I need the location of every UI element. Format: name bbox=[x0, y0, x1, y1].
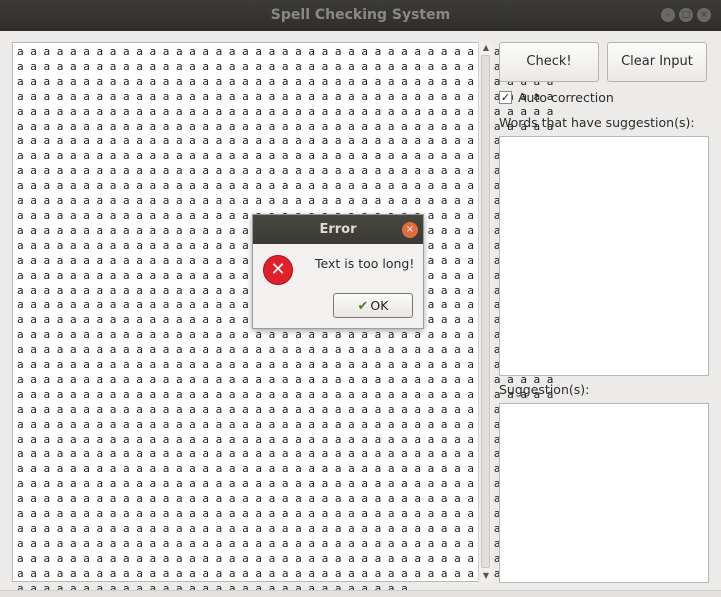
text-line: a a a a a a a a a a a a a a a a a a a a … bbox=[17, 432, 554, 446]
text-line: a a a a a a a a a a a a a a a a a a a a … bbox=[17, 134, 554, 148]
suggestions-label: Suggestion(s): bbox=[499, 382, 590, 397]
text-line: a a a a a a a a a a a a a a a a a a a a … bbox=[17, 179, 554, 193]
text-line: a a a a a a a a a a a a a a a a a a a a … bbox=[17, 417, 554, 431]
text-line: a a a a a a a a a a a a a a a a a a a a … bbox=[17, 522, 554, 535]
minimize-icon[interactable]: – bbox=[661, 8, 675, 22]
error-dialog: Error × ✕ Text is too long! ✔ OK bbox=[252, 214, 424, 329]
ok-check-icon: ✔ bbox=[357, 299, 369, 314]
dialog-title: Error bbox=[253, 215, 423, 244]
text-line: a a a a a a a a a a a a a a a a a a a a … bbox=[17, 104, 554, 118]
text-line: a a a a a a a a a a a a a a a a a a a a … bbox=[17, 194, 554, 208]
text-line: a a a a a a a a a a a a a a a a a a a a … bbox=[17, 119, 554, 133]
auto-correction-label: Auto correction bbox=[518, 90, 614, 105]
vertical-scrollbar[interactable]: ▲ ▼ bbox=[478, 42, 492, 582]
text-line: a a a a a a a a a a a a a a a a a a a a … bbox=[17, 447, 554, 461]
dialog-close-icon[interactable]: × bbox=[402, 222, 418, 238]
scroll-down-icon[interactable]: ▼ bbox=[481, 571, 491, 581]
text-line: a a a a a a a a a a a a a a a a a a a a … bbox=[17, 402, 554, 416]
scroll-up-icon[interactable]: ▲ bbox=[481, 43, 491, 53]
window-titlebar: Spell Checking System – □ × bbox=[0, 0, 721, 31]
ok-button[interactable]: ✔ OK bbox=[333, 293, 413, 318]
text-line: a a a a a a a a a a a a a a a a a a a a … bbox=[17, 566, 554, 580]
text-line: a a a a a a a a a a a a a a a a a a a a … bbox=[17, 328, 554, 342]
auto-correction-checkbox[interactable]: ✓ bbox=[499, 91, 512, 104]
text-line: a a a a a a a a a a a a a a a a a a a a … bbox=[17, 551, 554, 565]
text-line: a a a a a a a a a a a a a a a a a a a a … bbox=[17, 536, 554, 550]
text-line: a a a a a a a a a a a a a a a a a a a a … bbox=[17, 372, 554, 386]
clear-input-button[interactable]: Clear Input bbox=[607, 42, 707, 82]
text-line: a a a a a a a a a a a a a a a a a a a a … bbox=[17, 45, 554, 58]
text-line: a a a a a a a a a a a a a a a a a a a a … bbox=[17, 149, 554, 163]
words-label: Words that have suggestion(s): bbox=[499, 115, 695, 130]
dialog-message: Text is too long! bbox=[315, 256, 415, 271]
error-icon: ✕ bbox=[263, 255, 293, 285]
text-line: a a a a a a a a a a a a a a a a a a a a … bbox=[17, 74, 554, 88]
text-line: a a a a a a a a a a a a a a a a a a a a … bbox=[17, 343, 554, 357]
text-line: a a a a a a a a a a a a a a a a a a a a … bbox=[17, 462, 554, 476]
text-line: a a a a a a a a a a a a a a a a a a a a … bbox=[17, 477, 554, 491]
text-line: a a a a a a a a a a a a a a a a a a a a … bbox=[17, 507, 554, 521]
maximize-icon[interactable]: □ bbox=[679, 8, 693, 22]
text-line: a a a a a a a a a a a a a a a a a a a a … bbox=[17, 387, 554, 401]
text-line: a a a a a a a a a a a a a a a a a a a a … bbox=[17, 89, 554, 103]
scrollbar-thumb[interactable] bbox=[481, 55, 490, 568]
ok-button-label: OK bbox=[370, 298, 389, 313]
suggestions-list[interactable] bbox=[499, 403, 709, 583]
text-line: a a a a a a a a a a a a a a a a a a a a … bbox=[17, 164, 554, 178]
text-line: a a a a a a a a a a a a a a a a a a a a … bbox=[17, 492, 554, 506]
close-icon[interactable]: × bbox=[697, 8, 711, 22]
window-title: Spell Checking System bbox=[270, 7, 451, 23]
text-line: a a a a a a a a a a a a a a a a a a a a … bbox=[17, 59, 554, 73]
words-list[interactable] bbox=[499, 136, 709, 376]
check-button[interactable]: Check! bbox=[499, 42, 599, 82]
text-line: a a a a a a a a a a a a a a a a a a a a … bbox=[17, 358, 554, 372]
